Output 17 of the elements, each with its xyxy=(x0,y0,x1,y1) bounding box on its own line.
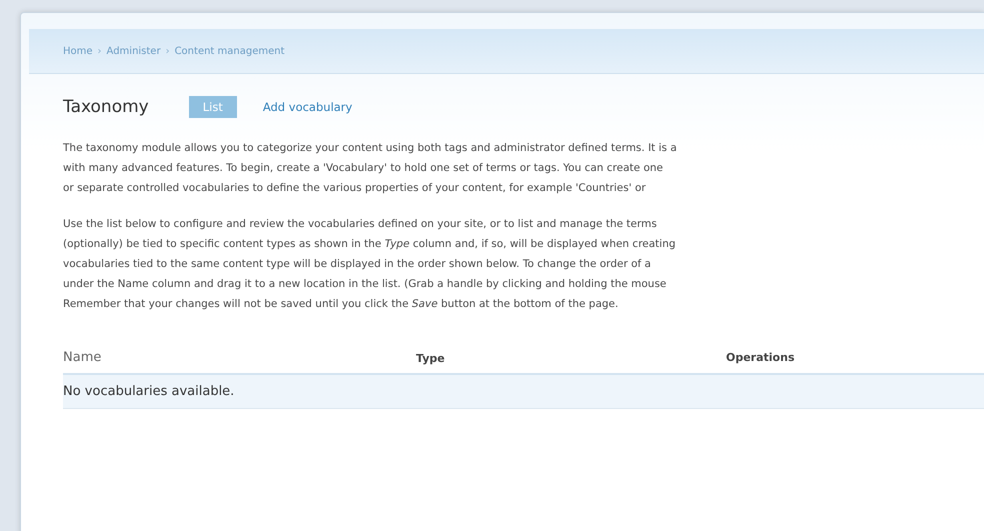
tab[interactable]: List xyxy=(188,96,237,118)
help-text-line: or separate controlled vocabularies to define the various properties of your content, for example 'Countries' or xyxy=(63,181,647,196)
help-text-line: Remember that your changes will not be saved until you click the Save button at the bottom of the page. xyxy=(63,297,620,312)
page-title: Taxonomy xyxy=(63,97,149,117)
tab[interactable]: Add vocabulary xyxy=(248,96,366,118)
help-text-line: with many advanced features. To begin, create a 'Vocabulary' to hold one set of terms or tags. You can create one xyxy=(63,161,664,176)
breadcrumb-link[interactable]: Content management xyxy=(174,46,285,56)
breadcrumb-separator: › xyxy=(98,46,102,56)
help-text-line: under the Name column and drag it to a new location in the list. (Grab a handle by clicking and holding the mouse xyxy=(63,277,668,292)
empty-message: No vocabularies available. xyxy=(63,374,984,408)
help-text-line: Use the list below to configure and review the vocabularies defined on your site, or to list and manage the terms xyxy=(63,217,658,232)
breadcrumb-link[interactable]: Home xyxy=(63,46,93,56)
breadcrumb-link[interactable]: Administer xyxy=(106,46,161,56)
help-text-line: The taxonomy module allows you to categorize your content using both tags and administrator defined terms. It is a xyxy=(63,141,678,156)
breadcrumb-separator: › xyxy=(166,46,170,56)
help-text-line: (optionally) be tied to specific content types as shown in the Type column and, if so, will be displayed when creating xyxy=(63,237,677,252)
help-text-line: vocabularies tied to the same content type will be displayed in the order shown below. To change the order of a xyxy=(63,257,652,272)
